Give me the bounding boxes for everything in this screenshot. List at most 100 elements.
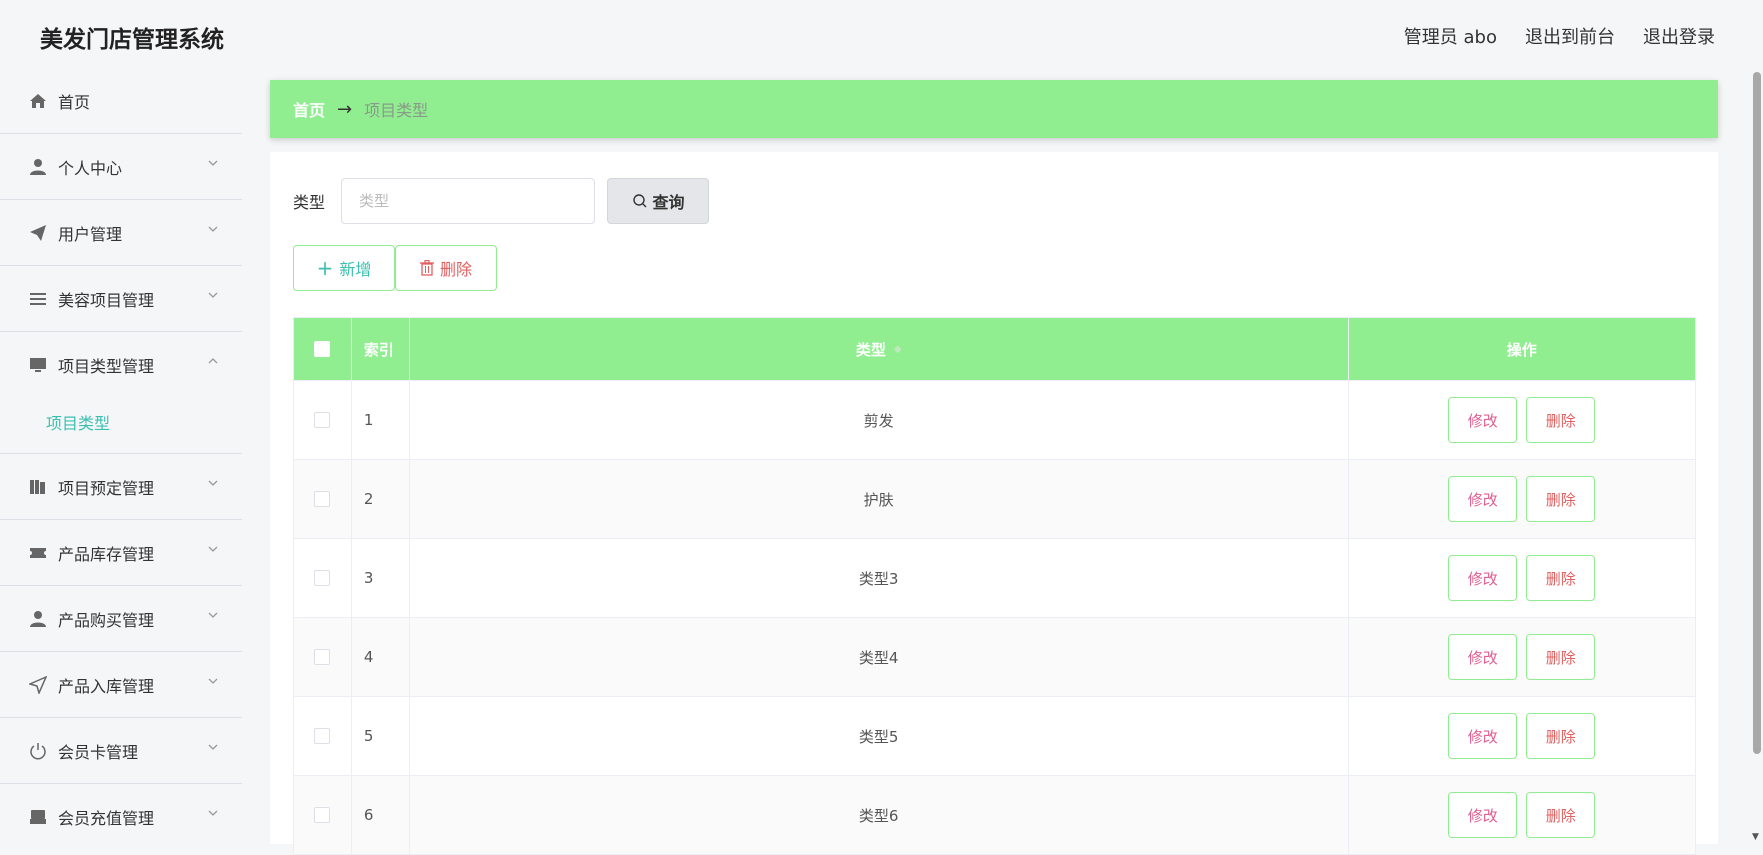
sidebar-subitem-label: 项目类型 (46, 414, 111, 433)
chevron-down-icon (208, 226, 218, 232)
edit-button[interactable]: 修改 (1448, 713, 1518, 759)
row-checkbox-cell (294, 381, 352, 459)
row-checkbox-cell (294, 460, 352, 538)
row-index: 3 (352, 539, 410, 617)
scrollbar-thumb[interactable] (1753, 72, 1761, 754)
row-checkbox[interactable] (314, 412, 331, 428)
sidebar-item-label: 产品库存管理 (58, 544, 155, 564)
row-actions: 修改 删除 (1349, 697, 1696, 775)
table-row: 3 类型3 修改 删除 (294, 538, 1695, 617)
chevron-down-icon (208, 678, 218, 684)
column-header-actions: 操作 (1506, 340, 1537, 359)
action-row: + 新增 删除 (293, 245, 497, 291)
row-type: 剪发 (410, 381, 1349, 459)
chevron-down-icon (208, 612, 218, 618)
select-all-checkbox[interactable] (314, 341, 331, 357)
sidebar-subitem-project-type[interactable]: 项目类型 (0, 398, 242, 454)
row-checkbox-cell (294, 618, 352, 696)
sidebar-item-beauty-projects[interactable]: 美容项目管理 (0, 266, 242, 332)
sidebar: 首页 个人中心 用户管理 美容项目管理 项目类型管理 项目类型 项目预定管理 产… (0, 68, 242, 844)
delete-button[interactable]: 删除 (1526, 713, 1596, 759)
query-button[interactable]: 查询 (607, 178, 710, 224)
delete-button[interactable]: 删除 (1526, 397, 1596, 443)
sidebar-item-member-card[interactable]: 会员卡管理 (0, 718, 242, 784)
edit-button[interactable]: 修改 (1448, 555, 1518, 601)
sidebar-item-label: 项目预定管理 (58, 478, 155, 498)
query-button-label: 查询 (652, 193, 685, 212)
sort-icon[interactable]: ◆ (894, 344, 902, 355)
row-checkbox-cell (294, 776, 352, 854)
row-index: 5 (352, 697, 410, 775)
navigation-icon (28, 675, 48, 695)
chevron-down-icon (208, 744, 218, 750)
sidebar-item-label: 首页 (58, 92, 91, 112)
page-scrollbar[interactable]: ▼ (1750, 68, 1763, 844)
delete-button-label: 删除 (439, 260, 472, 279)
row-checkbox[interactable] (314, 649, 331, 665)
sidebar-item-profile[interactable]: 个人中心 (0, 134, 242, 200)
row-index: 2 (352, 460, 410, 538)
table-row: 1 剪发 修改 删除 (294, 380, 1695, 459)
delete-button[interactable]: 删除 (1526, 792, 1596, 838)
search-label: 类型 (293, 193, 326, 212)
row-type: 类型3 (410, 539, 1349, 617)
edit-button[interactable]: 修改 (1448, 476, 1518, 522)
sidebar-item-label: 个人中心 (58, 158, 123, 178)
row-checkbox[interactable] (314, 728, 331, 744)
row-type: 类型4 (410, 618, 1349, 696)
row-type: 类型6 (410, 776, 1349, 854)
sidebar-item-project-booking[interactable]: 项目预定管理 (0, 454, 242, 520)
row-type: 护肤 (410, 460, 1349, 538)
delete-button[interactable]: 删除 (1526, 476, 1596, 522)
sidebar-item-member-recharge[interactable]: 会员充值管理 (0, 784, 242, 844)
sidebar-item-users[interactable]: 用户管理 (0, 200, 242, 266)
content-panel: 类型 查询 + 新增 删除 (270, 152, 1718, 855)
row-actions: 修改 删除 (1349, 539, 1696, 617)
row-checkbox[interactable] (314, 807, 331, 823)
edit-button[interactable]: 修改 (1448, 634, 1518, 680)
row-actions: 修改 删除 (1349, 618, 1696, 696)
row-checkbox[interactable] (314, 491, 331, 507)
type-search-input[interactable] (341, 178, 596, 224)
project-type-table: 索引 类型 ◆ 操作 1 剪发 修改 删除 2 护肤 修改 删除 3 类型3 修… (293, 317, 1696, 855)
logout-link[interactable]: 退出登录 (1643, 23, 1715, 49)
top-links: 管理员 abo 退出到前台 退出登录 (1404, 23, 1715, 49)
sidebar-item-label: 项目类型管理 (58, 357, 155, 376)
edit-button[interactable]: 修改 (1448, 792, 1518, 838)
sidebar-item-label: 产品入库管理 (58, 676, 155, 696)
sidebar-item-project-types[interactable]: 项目类型管理 (0, 332, 242, 398)
row-index: 6 (352, 776, 410, 854)
edit-button[interactable]: 修改 (1448, 397, 1518, 443)
ticket-icon (28, 543, 48, 563)
breadcrumb: 首页 → 项目类型 (270, 80, 1718, 138)
search-icon (632, 194, 646, 208)
monitor-icon (28, 355, 48, 375)
sidebar-item-home[interactable]: 首页 (0, 68, 242, 134)
chevron-down-icon (208, 292, 218, 298)
sidebar-item-product-inbound[interactable]: 产品入库管理 (0, 652, 242, 718)
main-area: 首页 → 项目类型 类型 查询 + 新增 (270, 80, 1718, 855)
power-icon (28, 741, 48, 761)
row-checkbox[interactable] (314, 570, 331, 586)
row-index: 1 (352, 381, 410, 459)
admin-user-label[interactable]: 管理员 abo (1404, 23, 1497, 49)
sidebar-item-product-stock[interactable]: 产品库存管理 (0, 520, 242, 586)
breadcrumb-home[interactable]: 首页 (293, 97, 325, 121)
column-header-type[interactable]: 类型 ◆ (410, 318, 1349, 380)
row-index: 4 (352, 618, 410, 696)
add-button[interactable]: + 新增 (293, 245, 395, 291)
list-icon (28, 289, 48, 309)
chevron-down-icon (208, 160, 218, 166)
table-row: 5 类型5 修改 删除 (294, 696, 1695, 775)
sidebar-item-label: 会员充值管理 (58, 808, 155, 828)
delete-button[interactable]: 删除 (1526, 634, 1596, 680)
plus-icon: + (316, 256, 334, 280)
table-row: 4 类型4 修改 删除 (294, 617, 1695, 696)
home-icon (28, 91, 48, 111)
sidebar-item-product-purchase[interactable]: 产品购买管理 (0, 586, 242, 652)
table-row: 2 护肤 修改 删除 (294, 459, 1695, 538)
delete-button[interactable]: 删除 (1526, 555, 1596, 601)
batch-delete-button[interactable]: 删除 (395, 245, 497, 291)
exit-to-front-link[interactable]: 退出到前台 (1525, 23, 1615, 49)
scroll-down-arrow-icon[interactable]: ▼ (1752, 832, 1759, 842)
